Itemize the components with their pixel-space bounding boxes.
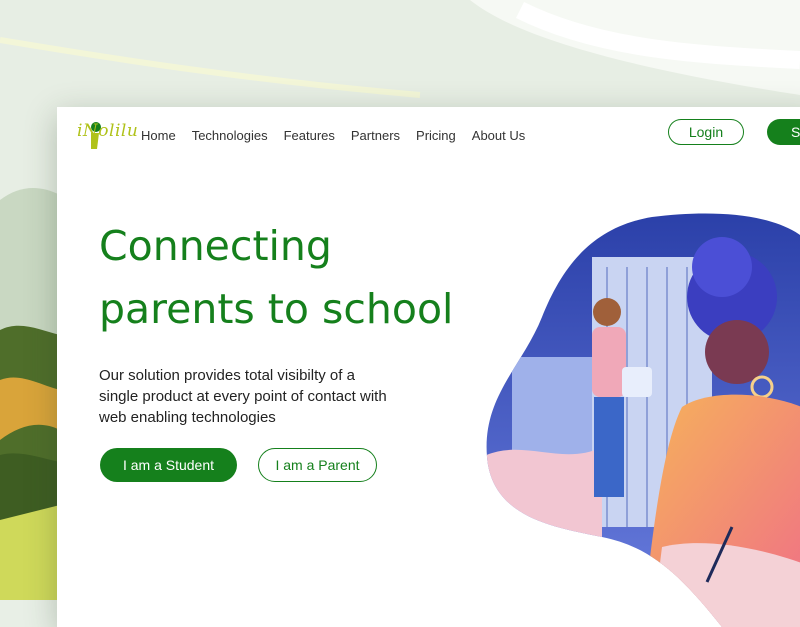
logo-text: iNolilu (77, 121, 139, 141)
nav-features[interactable]: Features (284, 128, 335, 143)
nav-home[interactable]: Home (141, 128, 176, 143)
hero-illustration (486, 213, 800, 627)
nav-pricing[interactable]: Pricing (416, 128, 456, 143)
nav-partners[interactable]: Partners (351, 128, 400, 143)
hero-subtitle: Our solution provides total visibilty of… (99, 367, 387, 426)
signup-button[interactable]: S (767, 119, 800, 145)
nav-technologies[interactable]: Technologies (192, 128, 268, 143)
student-button[interactable]: I am a Student (100, 448, 237, 482)
hero-title: Connecting parents to school (99, 215, 519, 341)
landing-page: iNolilu Home Technologies Features Partn… (57, 107, 800, 627)
nav-about-us[interactable]: About Us (472, 128, 525, 143)
hero-title-line-2: parents to school (99, 285, 454, 333)
parent-button[interactable]: I am a Parent (258, 448, 377, 482)
hero-title-line-1: Connecting (99, 222, 332, 270)
login-button[interactable]: Login (668, 119, 744, 145)
main-nav: Home Technologies Features Partners Pric… (141, 128, 541, 143)
